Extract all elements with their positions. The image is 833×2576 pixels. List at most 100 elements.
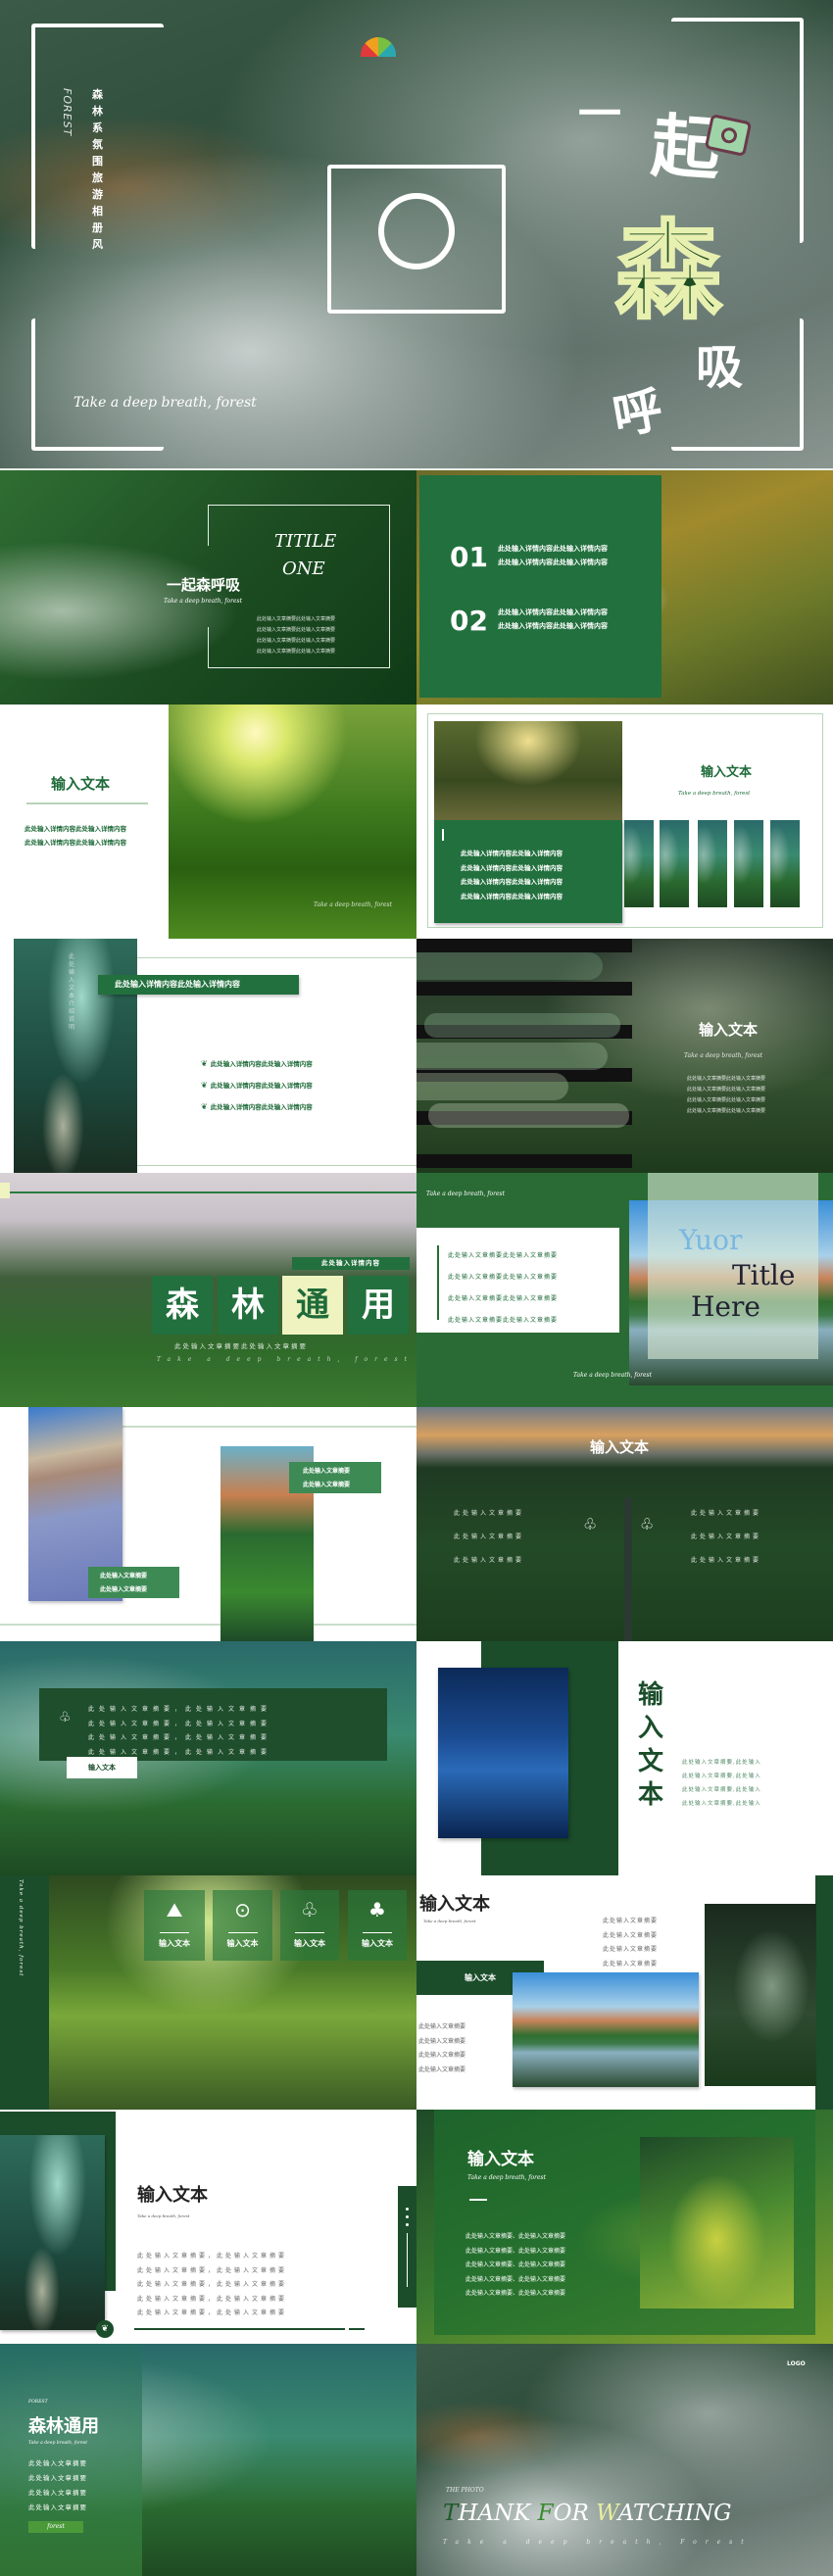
title-char-box: 森 [152, 1276, 213, 1335]
dot [406, 2215, 409, 2218]
rounded-bar [416, 1073, 568, 1100]
icon-card[interactable]: ♧ 输入文本 [280, 1890, 339, 1961]
text-line: 此处输入文章摘要 [418, 2052, 466, 2059]
thumbnail-photo [770, 820, 800, 907]
text-lines: 此处输入文章摘要 此处输入文章摘要 此处输入文章摘要 此处输入文章摘要 [28, 2456, 87, 2515]
title-char: 森 [613, 210, 722, 335]
corner-bracket [31, 318, 164, 451]
text-line: 此处输入文章摘要、此处输入文章摘要 [466, 2275, 566, 2283]
leaf-icon: ❦ [201, 1058, 208, 1068]
text-line: 此处输入文章摘要，此处输入文章摘要 [88, 1734, 272, 1741]
text-line: 此处输入文章摘要此处输入文章摘要 [687, 1076, 766, 1082]
tree-icon: ♧ [583, 1515, 598, 1533]
divider [228, 1932, 258, 1933]
text-line: 此处输入文章摘要 [603, 1931, 659, 1939]
dot [406, 2223, 409, 2226]
text-lines: 此处输入文章摘要此处输入文章摘要 此处输入文章摘要此处输入文章摘要 此处输入文章摘要… [687, 1074, 765, 1117]
text-line: 此处输入文章摘要此处输入文章摘要 [448, 1317, 559, 1324]
text-line: 此处输入文章摘要，此处输入文章摘要 [137, 2266, 288, 2274]
title-part: OR [553, 2501, 597, 2526]
mountain-icon: ⛰ [166, 1898, 183, 1921]
text-line: 此处输入详情内容此处输入详情内容 [24, 825, 126, 833]
text-line: 此处输入详情内容此处输入详情内容 [498, 545, 608, 553]
text-line: 此处输入文章摘要 [454, 1533, 525, 1540]
tagline: Take a deep breath, forest [157, 1356, 415, 1363]
text-line: 此处输入文章摘要 [28, 2474, 87, 2482]
dark-forest-photo [705, 1904, 816, 2086]
vertical-text: 此处输入文本介绍说明 [69, 953, 75, 1031]
text-lines: 此处输入文章摘要此处输入文章摘要 此处输入文章摘要此处输入文章摘要 此处输入文章摘要… [448, 1245, 558, 1332]
slide-numbered-list: 01 此处输入详情内容此处输入详情内容 此处输入详情内容此处输入详情内容 02 此… [416, 470, 833, 705]
text-line: 此处输入文章摘要 [418, 2023, 466, 2030]
accent-line [437, 1245, 439, 1320]
green-strip [0, 1875, 49, 2110]
icon-card[interactable]: ⊙ 输入文本 [213, 1890, 272, 1961]
text-line: 此处输入文章摘要此处输入文章摘要 [448, 1274, 559, 1281]
text-lines: 此处输入文章摘要 此处输入文章摘要 此处输入文章摘要 [454, 1502, 524, 1573]
text-line: 此处输入文章摘要、此处输入文章摘要 [466, 2261, 566, 2268]
accent-letter: T [443, 2501, 459, 2526]
text-line: 此处输入详情内容此处输入详情内容 [461, 878, 563, 886]
slide-bars: 输入文本 Take a deep breath, forest 此处输入文章摘要… [416, 939, 833, 1173]
text-line: 此处输入文章摘要、此处输入文章摘要 [466, 2290, 566, 2297]
title-char: 吸 [696, 340, 744, 395]
forest-photo [434, 721, 622, 820]
text-line: 此处输入文章摘要，此处输入文章摘要 [137, 2281, 288, 2288]
vertical-title: 输入文本 [638, 1680, 664, 1810]
tagline: Take a deep breath, forest [426, 1191, 506, 1197]
caption-box: 此处输入文章摘要 此处输入文章摘要 [289, 1462, 381, 1493]
rounded-bar [428, 1103, 629, 1128]
slide-general-forest: FOREST 森林通用 Take a deep breath, forest 此… [0, 2344, 416, 2576]
leaf-icon: ❦ [96, 2320, 114, 2338]
text-line: 此处输入文章摘要此处输入文章摘要 [687, 1108, 766, 1114]
title-part: HANK [458, 2501, 538, 2526]
slide-thanks: LOGO THE PHOTO THANK FOR WATCHING Take a… [416, 2344, 833, 2576]
list-item-text: 此处输入详情内容此处输入详情内容 [210, 1082, 313, 1090]
slide-road: 输入文本 此处输入文章摘要 此处输入文章摘要 此处输入文章摘要 此处输入文章摘要 此处… [416, 1407, 833, 1641]
text-line: 此处输入文章摘要,此处输入 [682, 1801, 761, 1807]
label: FOREST [28, 2400, 48, 2405]
blue-forest-photo [438, 1668, 568, 1838]
slide-forest-general: 此处输入详情内容 森 林 通 用 此处输入文章摘要此处输入文章摘要 Take a… [0, 1173, 416, 1407]
text-lines: 此处输入文章摘要,此处输入 此处输入文章摘要,此处输入 此处输入文章摘要,此处输入此… [682, 1756, 761, 1811]
divider [295, 1932, 324, 1933]
tagline: Take a deep breath, forest [28, 2441, 88, 2446]
text-line: 此处输入文章摘要 [603, 1918, 659, 1924]
text-line: 此处输入详情内容此处输入详情内容 [498, 559, 608, 566]
lake-photo [513, 1972, 699, 2087]
text-line: 此处输入文章摘要 [691, 1557, 762, 1564]
text-line: 此处输入文章摘要此处输入文章摘要 [687, 1097, 766, 1103]
accent-letter: W [596, 2501, 618, 2526]
text-line: 此处输入文章摘要，此处输入文章摘要 [88, 1706, 272, 1713]
rounded-bar [416, 952, 603, 980]
tagline: Take a deep breath, forest [314, 901, 393, 908]
location-pin-icon: ⊙ [234, 1898, 251, 1921]
vertical-tagline: Take a deep breath, forest [18, 1879, 24, 1977]
trees-icon: ♧ [640, 1515, 655, 1533]
label-button[interactable]: 输入文本 [67, 1757, 137, 1778]
forest-path-photo [0, 2135, 105, 2330]
text-line: 此处输入文章摘要 [418, 2066, 466, 2073]
text-line: 此处输入详情内容此处输入详情内容 [461, 850, 563, 857]
text-line: 此处输入文章摘要 [691, 1533, 762, 1540]
thumbnail-photo [660, 820, 689, 907]
tree-icon: ♧ [59, 1710, 72, 1725]
side-bar [398, 2186, 416, 2308]
icon-card[interactable]: ♣ 输入文本 [348, 1890, 407, 1961]
title: 输入文本 [137, 2185, 208, 2206]
icon-card[interactable]: ⛰ 输入文本 [144, 1890, 205, 1961]
text-line: 此处输入文章摘要此处输入文章摘要 [448, 1295, 559, 1302]
text-line: 此处输入文章摘要，此处输入文章摘要 [137, 2309, 288, 2316]
text-line: 此处输入详情内容此处输入详情内容 [498, 608, 608, 616]
divider [10, 1191, 416, 1193]
slide-path-text: ❦ 输入文本 Take a deep breath, forest 此处输入文章… [0, 2110, 416, 2344]
item-text: 此处输入详情内容此处输入详情内容 此处输入详情内容此处输入详情内容 [498, 606, 608, 633]
forest-button[interactable]: forest [28, 2521, 83, 2533]
rounded-bar [424, 1013, 620, 1038]
divider [137, 1165, 416, 1166]
text-line: 此处输入文章摘要 [418, 2037, 466, 2045]
list-item: ❦ 此处输入详情内容此处输入详情内容 [201, 1095, 313, 1117]
divider [469, 2199, 487, 2201]
text-line: 此处输入文章摘要，此处输入文章摘要 [88, 1720, 272, 1727]
tagline: Take a deep breath, forest [678, 791, 751, 797]
